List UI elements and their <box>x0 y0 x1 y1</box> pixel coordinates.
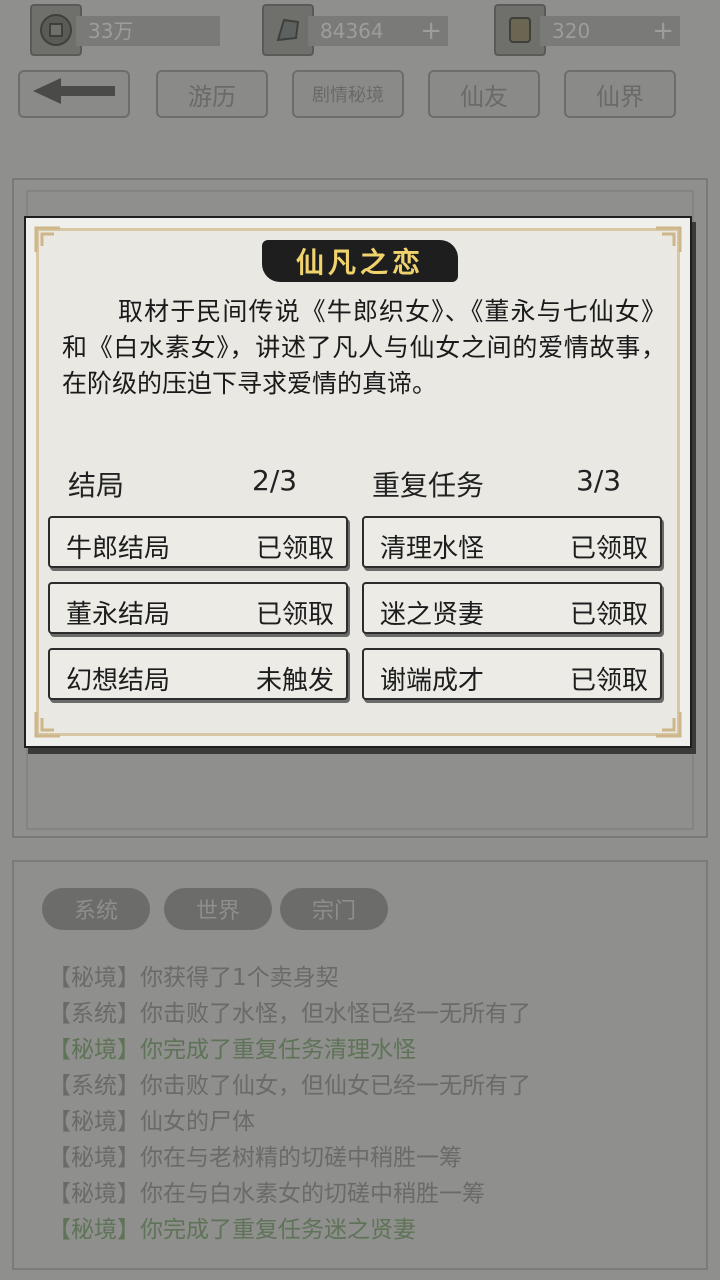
ending-item-niulang[interactable]: 牛郎结局 已领取 <box>48 516 348 568</box>
repeat-tasks-progress: 3/3 <box>576 464 622 497</box>
jade-stone-icon <box>262 4 314 56</box>
tab-story-realm[interactable]: 剧情秘境 <box>292 70 404 118</box>
task-status: 已领取 <box>569 666 648 696</box>
resource-scroll: 320 + <box>494 4 680 56</box>
story-description: 取材于民间传说《牛郎织女》、《董永与七仙女》和《白水素女》，讲述了凡人与仙女之间… <box>62 297 666 398</box>
ending-status: 已领取 <box>255 600 334 630</box>
ending-item-fantasy[interactable]: 幻想结局 未触发 <box>48 648 348 700</box>
task-item-xieduan[interactable]: 谢端成才 已领取 <box>362 648 662 700</box>
jade-value: 84364 + <box>308 16 448 46</box>
endings-label: 结局 <box>68 469 125 502</box>
task-item-mysterious-wife[interactable]: 迷之贤妻 已领取 <box>362 582 662 634</box>
scroll-value: 320 + <box>540 16 680 46</box>
gold-coin-icon <box>30 4 82 56</box>
endings-progress: 2/3 <box>252 464 298 497</box>
task-name: 迷之贤妻 <box>380 600 485 630</box>
corner-ornament-icon <box>34 712 60 738</box>
log-line: 【系统】你击败了水怪，但水怪已经一无所有了 <box>48 1001 531 1027</box>
gold-value: 33万 <box>76 16 220 46</box>
log-tab-sect[interactable]: 宗门 <box>280 888 388 930</box>
repeat-tasks-label: 重复任务 <box>372 469 485 502</box>
add-scroll-button[interactable]: + <box>652 16 674 46</box>
log-tab-world[interactable]: 世界 <box>164 888 272 930</box>
log-line: 【秘境】你完成了重复任务清理水怪 <box>48 1037 416 1063</box>
task-name: 清理水怪 <box>380 534 485 564</box>
log-line: 【系统】你击败了仙女，但仙女已经一无所有了 <box>48 1073 531 1099</box>
tab-immortal-realm[interactable]: 仙界 <box>564 70 676 118</box>
scroll-icon <box>494 4 546 56</box>
ending-name: 牛郎结局 <box>66 534 171 564</box>
ending-item-dongyong[interactable]: 董永结局 已领取 <box>48 582 348 634</box>
back-button[interactable] <box>18 70 130 118</box>
log-line: 【秘境】你在与老树精的切磋中稍胜一筹 <box>48 1145 462 1171</box>
tab-immortal-friends[interactable]: 仙友 <box>428 70 540 118</box>
ending-status: 未触发 <box>255 666 334 696</box>
corner-ornament-icon <box>34 226 60 252</box>
resource-gold: 33万 <box>30 4 220 56</box>
task-name: 谢端成才 <box>380 666 485 696</box>
log-line: 【秘境】你在与白水素女的切磋中稍胜一筹 <box>48 1181 485 1207</box>
task-status: 已领取 <box>569 600 648 630</box>
log-line: 【秘境】你完成了重复任务迷之贤妻 <box>48 1217 416 1243</box>
corner-ornament-icon <box>656 712 682 738</box>
task-status: 已领取 <box>569 534 648 564</box>
corner-ornament-icon <box>656 226 682 252</box>
ending-status: 已领取 <box>255 534 334 564</box>
back-arrow-icon <box>31 76 117 112</box>
log-line: 【秘境】仙女的尸体 <box>48 1109 255 1135</box>
resource-jade: 84364 + <box>262 4 448 56</box>
log-tab-system[interactable]: 系统 <box>42 888 150 930</box>
add-jade-button[interactable]: + <box>420 16 442 46</box>
tab-travel[interactable]: 游历 <box>156 70 268 118</box>
dialog-title: 仙凡之恋 <box>262 240 458 282</box>
task-item-clean-water-monster[interactable]: 清理水怪 已领取 <box>362 516 662 568</box>
log-line: 【秘境】你获得了1个卖身契 <box>48 965 339 991</box>
ending-name: 幻想结局 <box>66 666 171 696</box>
ending-name: 董永结局 <box>66 600 171 630</box>
